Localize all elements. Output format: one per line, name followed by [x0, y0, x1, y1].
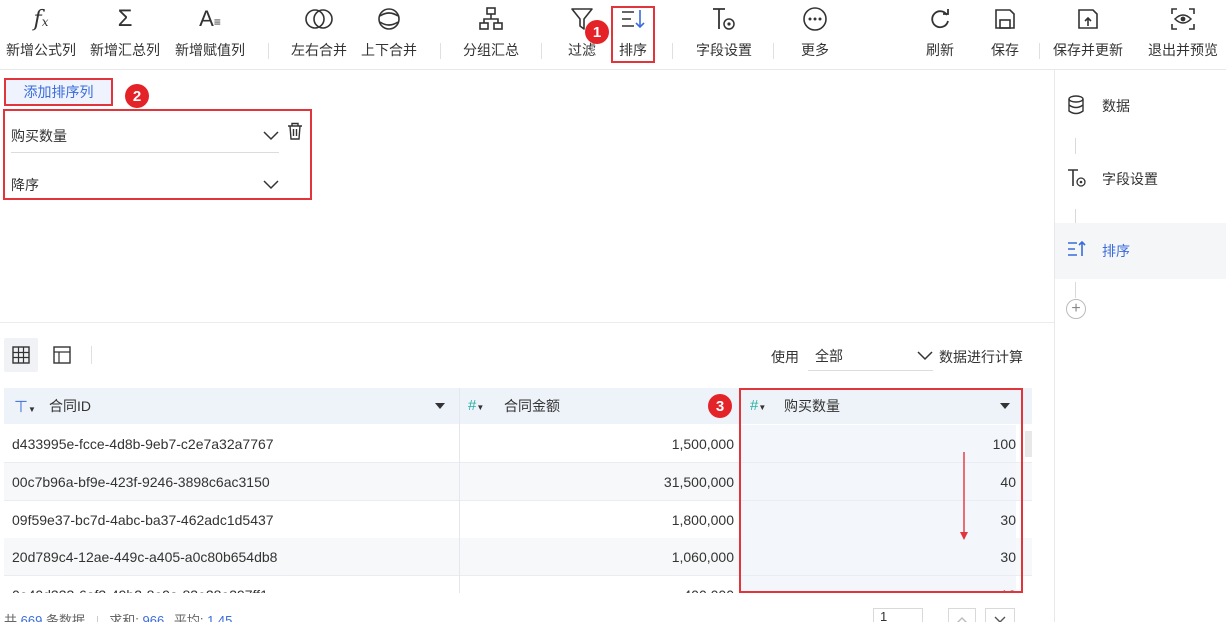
calc-suffix-label: 数据进行计算: [939, 349, 1023, 365]
prev-page-button[interactable]: [948, 608, 976, 622]
sum-value: 966: [142, 613, 165, 622]
calc-use-label: 使用: [771, 349, 799, 365]
refresh-icon: [931, 9, 949, 29]
sort-button-highlight: [611, 6, 655, 63]
chevron-down-icon: [994, 616, 1006, 622]
sort-rule-panel: 购买数量 降序: [3, 109, 312, 200]
save-and-update-button[interactable]: 保存并更新: [1049, 4, 1127, 64]
more-button[interactable]: 更多: [794, 4, 836, 64]
table-scrollbar[interactable]: [1025, 431, 1032, 457]
merge-horizontal-icon: [305, 9, 333, 29]
step-badge-3: 3: [708, 394, 732, 418]
merge-vertical-button[interactable]: 上下合并: [358, 4, 420, 64]
cell-contract-id: 0e40d333-6af3-49b2-8e9a-83e28e397ff1: [12, 576, 268, 594]
sidebar-item-sort[interactable]: 排序: [1055, 223, 1226, 279]
step-badge-2: 2: [125, 84, 149, 108]
field-settings-button[interactable]: 字段设置: [690, 4, 758, 64]
layout-view-button[interactable]: [45, 338, 79, 372]
cell-contract-amount: 1,800,000: [671, 511, 734, 528]
layout-icon: [53, 346, 71, 364]
cell-contract-id: d433995e-fcce-4d8b-9eb7-c2e7a32a7767: [12, 435, 274, 452]
more-icon: [803, 7, 827, 31]
field-settings-icon: [713, 8, 735, 30]
descending-arrow-icon: [960, 452, 968, 540]
sort-field-select[interactable]: 购买数量: [11, 119, 279, 153]
exit-and-preview-button[interactable]: 退出并预览: [1144, 4, 1222, 64]
steps-sidebar: 数据 字段设置 排序 +: [1054, 70, 1226, 622]
merge-horizontal-button[interactable]: 左右合并: [288, 4, 350, 64]
cell-contract-amount: 31,500,000: [663, 473, 734, 490]
text-type-icon: ⊤▼: [14, 399, 36, 416]
cell-contract-id: 00c7b96a-bf9e-423f-9246-3898c6ac3150: [12, 473, 270, 490]
sigma-icon: Σ: [117, 5, 133, 32]
group-icon: [479, 7, 503, 30]
add-formula-column-button[interactable]: fx 新增公式列: [2, 4, 80, 64]
save-update-icon: [1078, 9, 1098, 29]
chevron-down-icon: [263, 130, 279, 140]
sort-order-value: 降序: [11, 177, 39, 193]
sidebar-item-field-settings[interactable]: 字段设置: [1055, 151, 1226, 207]
table-view-button[interactable]: [4, 338, 38, 372]
save-icon: [995, 9, 1015, 29]
database-icon: [1068, 95, 1084, 115]
calc-scope-select[interactable]: 全部: [808, 341, 933, 371]
view-divider: [91, 346, 92, 364]
next-page-button[interactable]: [985, 608, 1015, 622]
chevron-down-icon: [263, 180, 279, 190]
cell-contract-id: 20d789c4-12ae-449c-a405-a0c80b654db8: [12, 548, 278, 565]
merge-vertical-icon: [378, 8, 400, 30]
column-header-contract-id[interactable]: ⊤▼ 合同ID: [4, 388, 459, 424]
grid-icon: [12, 346, 30, 364]
step-connector: [1075, 282, 1076, 298]
step-badge-1: 1: [585, 20, 609, 44]
formula-icon: fx: [33, 6, 49, 32]
group-summary-button[interactable]: 分组汇总: [459, 4, 523, 64]
chevron-up-icon: [957, 617, 967, 622]
row-count: 669: [20, 613, 43, 622]
assign-icon: A≡: [199, 6, 221, 31]
field-settings-icon: [1068, 169, 1086, 187]
sort-icon: [1068, 240, 1086, 256]
column-divider: [459, 388, 460, 593]
plus-icon[interactable]: +: [1066, 299, 1086, 319]
calc-scope-value: 全部: [815, 347, 843, 364]
save-button[interactable]: 保存: [985, 4, 1025, 64]
sort-order-select[interactable]: 降序: [11, 168, 279, 202]
page-input[interactable]: 1: [873, 608, 923, 622]
caret-down-icon[interactable]: [435, 403, 445, 409]
table-summary: 共 669 条数据 求和: 966 平均: 1.45: [4, 610, 232, 622]
cell-contract-id: 09f59e37-bc7d-4abc-ba37-462adc1d5437: [12, 511, 274, 528]
number-type-icon: #▼: [468, 397, 485, 414]
cell-contract-amount: 400,000: [460, 576, 734, 594]
avg-value: 1.45: [207, 613, 233, 622]
exit-preview-icon: [1171, 8, 1195, 30]
cell-contract-amount: 1,500,000: [671, 435, 734, 452]
refresh-button[interactable]: 刷新: [920, 4, 960, 64]
delete-icon[interactable]: [287, 122, 303, 140]
add-summary-column-button[interactable]: Σ 新增汇总列: [86, 4, 164, 64]
column-header-contract-amount[interactable]: #▼ 合同金额: [460, 388, 739, 424]
sort-field-value: 购买数量: [11, 127, 67, 144]
cell-contract-amount: 1,060,000: [671, 548, 734, 565]
purchase-qty-column-highlight: [739, 388, 1023, 593]
add-sort-column-button[interactable]: 添加排序列: [4, 78, 113, 106]
add-assign-column-button[interactable]: A≡ 新增赋值列: [171, 4, 249, 64]
sidebar-item-data[interactable]: 数据: [1055, 78, 1226, 134]
section-divider: [0, 322, 1054, 323]
chevron-down-icon: [917, 350, 933, 360]
